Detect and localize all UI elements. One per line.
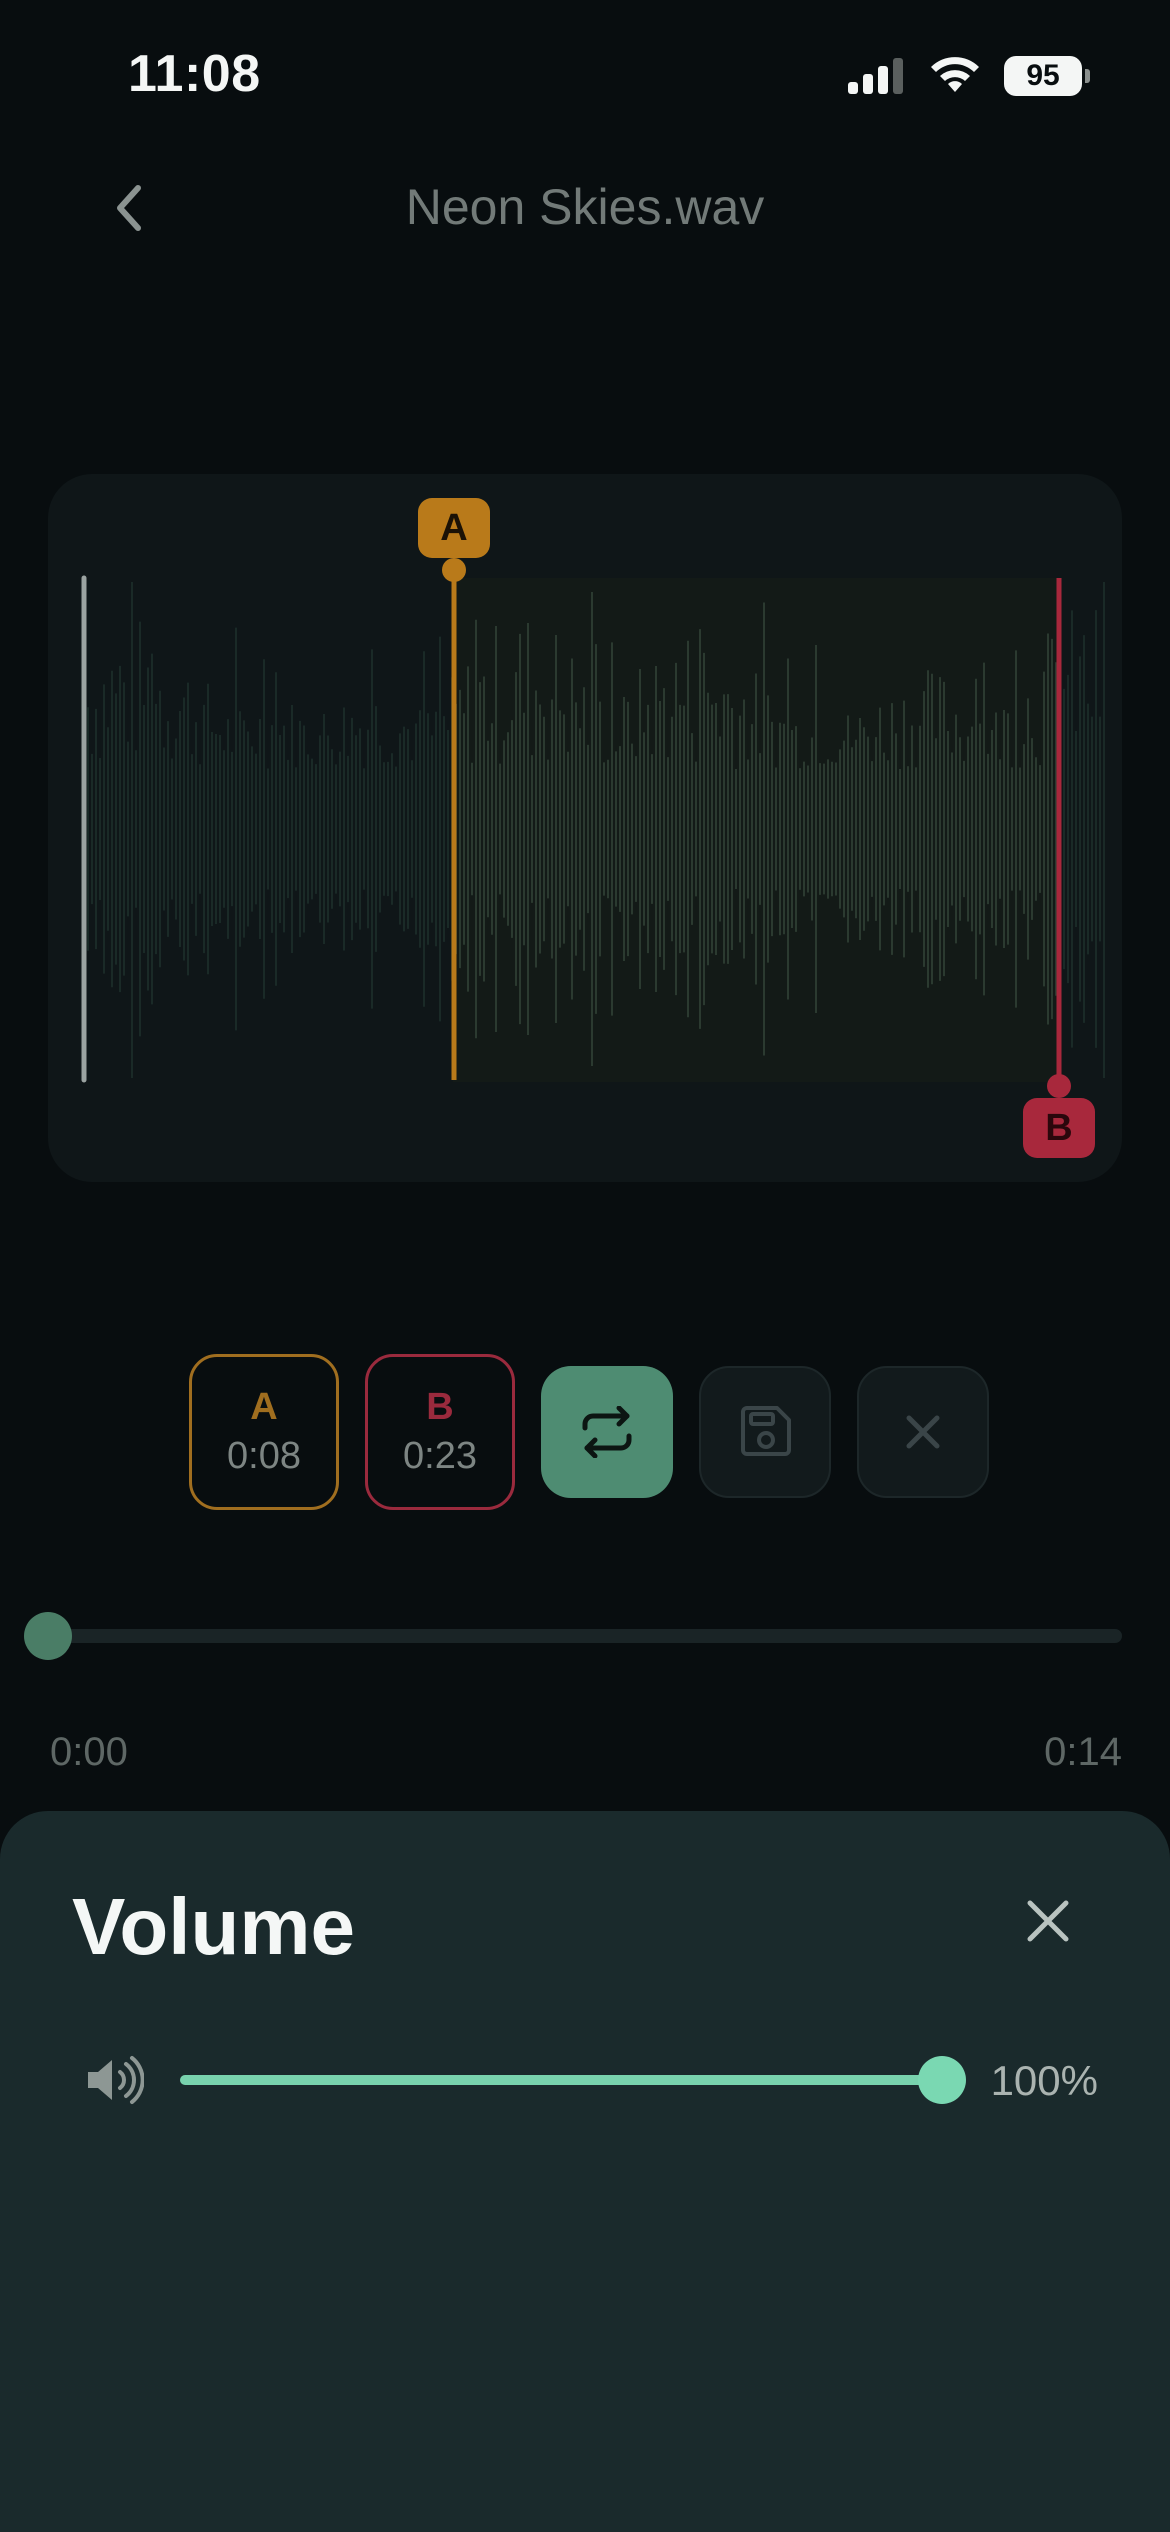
status-time: 11:08 — [128, 45, 261, 103]
battery-nub — [1085, 69, 1090, 83]
set-point-b-button[interactable]: B 0:23 — [365, 1354, 515, 1510]
playback-progress-knob[interactable] — [24, 1612, 72, 1660]
volume-slider-fill — [180, 2075, 942, 2085]
marker-b-handle[interactable]: B — [1023, 1098, 1095, 1158]
file-title: Neon Skies.wav — [405, 179, 765, 235]
playback-progress-track[interactable] — [48, 1629, 1122, 1643]
floppy-disk-icon — [741, 1406, 791, 1456]
battery-indicator: 95 — [1004, 56, 1090, 96]
waveform-card[interactable]: A B — [48, 474, 1122, 1182]
point-a-letter: A — [250, 1386, 278, 1428]
close-icon — [1027, 1900, 1069, 1942]
loop-controls: A 0:08 B 0:23 — [189, 1354, 989, 1510]
volume-sheet-close-button[interactable] — [1018, 1891, 1078, 1951]
volume-value: 100% — [990, 2057, 1098, 2104]
speaker-icon[interactable] — [84, 2052, 144, 2108]
marker-a-handle[interactable]: A — [418, 498, 490, 558]
current-time: 0:00 — [50, 1730, 128, 1774]
waveform[interactable] — [48, 474, 1122, 1182]
battery-level: 95 — [1004, 56, 1082, 96]
save-loop-button[interactable] — [699, 1366, 831, 1498]
total-time: 0:14 — [1044, 1730, 1122, 1774]
screen: 11:08 95 Neon Skies.wav A B A 0:08 B 0:2… — [0, 0, 1170, 2532]
wifi-icon — [931, 57, 979, 92]
volume-slider-track[interactable] — [180, 2075, 942, 2085]
marker-b-dot — [1047, 1074, 1071, 1098]
cellular-signal-icon — [848, 58, 903, 94]
volume-sheet-title: Volume — [72, 1882, 356, 1971]
repeat-icon — [582, 1406, 632, 1458]
volume-sheet: Volume 100% — [0, 1811, 1170, 2532]
close-icon — [906, 1415, 940, 1449]
volume-slider-knob[interactable] — [918, 2056, 966, 2104]
marker-a-dot — [442, 558, 466, 582]
point-b-time: 0:23 — [403, 1435, 477, 1477]
clear-loop-button[interactable] — [857, 1366, 989, 1498]
loop-toggle-button[interactable] — [541, 1366, 673, 1498]
set-point-a-button[interactable]: A 0:08 — [189, 1354, 339, 1510]
point-b-letter: B — [426, 1386, 454, 1428]
status-indicators: 95 — [846, 56, 1090, 96]
point-a-time: 0:08 — [227, 1435, 301, 1477]
